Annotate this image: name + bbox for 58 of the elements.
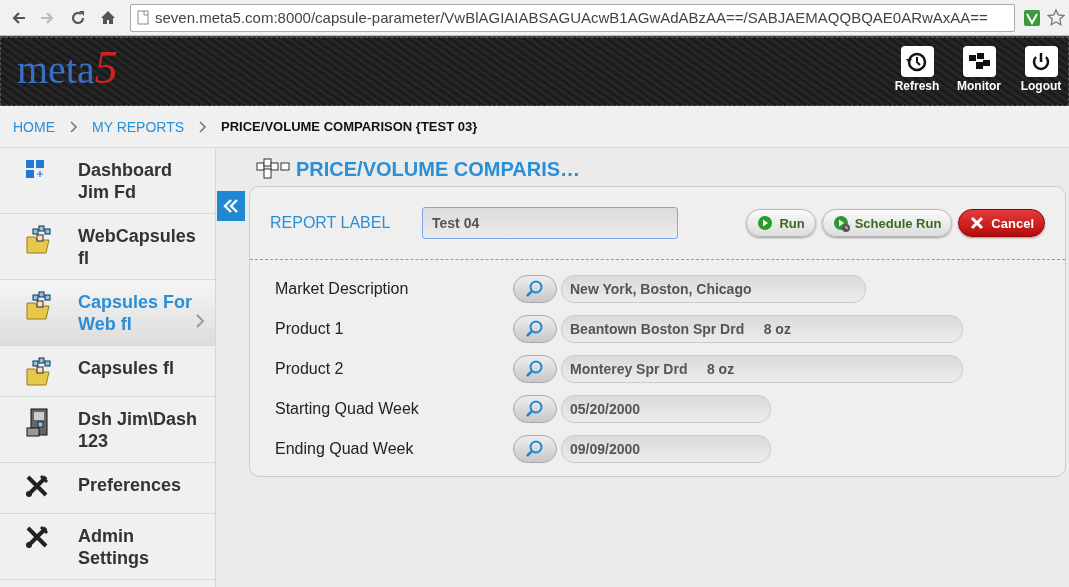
lookup-button[interactable] [513,315,557,343]
chevron-right-icon [69,120,78,133]
search-icon [526,360,544,378]
play-clock-icon [832,214,850,232]
lookup-button[interactable] [513,355,557,383]
breadcrumb-link[interactable]: MY REPORTS [92,118,185,135]
url-text: seven.meta5.com:8000/capsule-parameter/VwBlAGIAIABSAGUAcwB1AGwAdABzAA==/SABJAEMAQQBQAE0ARwAxAA== [155,9,988,26]
parameter-value-field[interactable]: 09/09/2000 [561,435,771,463]
collapse-button[interactable] [217,191,245,221]
logo: meta5 [17,41,118,94]
star-icon [1047,8,1065,27]
lookup-button[interactable] [513,395,557,423]
sidebar-item[interactable]: Capsules fl [0,346,215,397]
search-icon [526,440,544,458]
reload-icon [70,9,86,26]
sidebar-item[interactable]: Dashboard Jim Fd [0,148,215,214]
folder-icon [25,225,53,254]
run-button[interactable]: Run [746,209,816,237]
forward-icon [40,9,56,26]
lookup-button[interactable] [513,435,557,463]
breadcrumb-current: PRICE/VOLUME COMPARISON {TEST 03} [221,119,478,134]
double-chevron-left-icon [222,198,240,214]
breadcrumb-link[interactable]: HOME [13,118,55,135]
search-icon [526,320,544,338]
page-icon [137,10,149,25]
parameter-value-field[interactable]: 05/20/2000 [561,395,771,423]
chevron-right-icon [195,314,205,328]
schedule-button[interactable]: Schedule Run [821,209,953,237]
lookup-button[interactable] [513,275,557,303]
structure-icon [256,158,290,180]
folder-icon [25,357,53,386]
sidebar-item[interactable]: Preferences [0,463,215,514]
cancel-button[interactable]: Cancel [958,209,1045,237]
home-icon [100,9,116,26]
shield-icon [1023,8,1041,27]
back-icon [10,9,26,26]
sidebar-item[interactable]: Admin Settings [0,514,215,580]
report-label-field[interactable]: Test 04 [422,207,678,239]
address-bar[interactable]: seven.meta5.com:8000/capsule-parameter/VwBlAGIAIABSAGUAcwB1AGwAdABzAA==/SABJAEMAQQBQAE0ARwAxAA== [130,3,1015,32]
parameter-label: Product 1 [275,320,345,338]
search-icon [526,280,544,298]
search-icon [526,400,544,418]
parameter-label: Market Description [275,280,410,298]
header-action-button[interactable]: Refresh [890,46,944,93]
parameter-value-field[interactable]: Monterey Spr Drd 8 oz [561,355,963,383]
play-icon [757,214,775,232]
parameter-label: Product 2 [275,360,345,378]
report-label-text: REPORT LABEL [270,214,392,232]
sidebar-item[interactable]: Dsh Jim\Dash 123 [0,397,215,463]
page-title: PRICE/VOLUME COMPARIS… [296,157,581,181]
header-action-button[interactable]: Logout [1014,46,1068,93]
parameter-label: Starting Quad Week [275,400,420,418]
parameter-value-field[interactable]: Beantown Boston Spr Drd 8 oz [561,315,963,343]
parameter-label: Ending Quad Week [275,440,415,458]
parameter-value-field[interactable]: New York, Boston, Chicago [561,275,866,303]
folder-icon [25,291,53,320]
chevron-right-icon [198,120,208,133]
header-action-button[interactable]: Monitor [952,46,1006,93]
